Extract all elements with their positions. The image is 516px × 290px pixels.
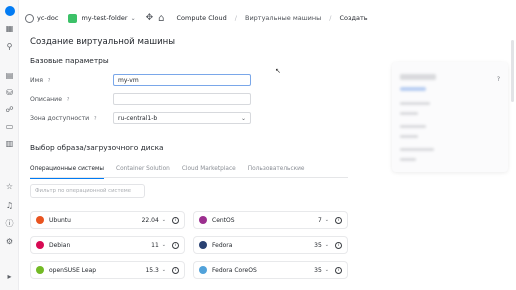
logo-icon[interactable]: [4, 5, 15, 16]
debian-icon: [36, 241, 44, 249]
os-card-opensuse[interactable]: openSUSE Leap 15.3 ⌄ i: [30, 261, 185, 279]
os-name: CentOS: [212, 216, 235, 224]
chevron-down-icon[interactable]: ⌄: [325, 267, 329, 273]
chevron-down-icon[interactable]: ⌄: [325, 242, 329, 248]
os-name: Fedora: [212, 241, 233, 249]
info-icon[interactable]: i: [172, 241, 179, 249]
scrollbar[interactable]: [511, 40, 514, 102]
info-icon[interactable]: i: [335, 216, 342, 224]
os-name: openSUSE Leap: [49, 266, 97, 274]
image-tabs: Операционные системы Container Solution …: [30, 163, 348, 179]
folder-selector[interactable]: my-test-folder: [81, 14, 127, 22]
blurred-line: [400, 148, 434, 151]
zone-select[interactable]: ru-central1-b ⌄: [113, 112, 251, 124]
os-version[interactable]: 22.04: [142, 217, 159, 224]
page-title: Создание виртуальной машины: [30, 37, 176, 47]
org-name[interactable]: yc-doc: [37, 14, 58, 22]
description-label: Описание ?: [30, 96, 71, 103]
folder-badge-icon: [68, 13, 78, 23]
os-version[interactable]: 35: [314, 242, 322, 249]
tab-cloud-marketplace[interactable]: Cloud Marketplace: [182, 163, 236, 178]
fedora-icon: [199, 241, 207, 249]
os-name: Ubuntu: [49, 216, 71, 224]
info-icon[interactable]: i: [172, 216, 179, 224]
blurred-line: [400, 125, 426, 128]
compute-service-icon[interactable]: ✥: [146, 13, 154, 23]
fedora-coreos-icon: [199, 266, 207, 274]
blurred-line: [400, 158, 416, 161]
blurred-line: [400, 112, 418, 115]
summary-help-icon[interactable]: ?: [497, 76, 500, 83]
os-version[interactable]: 15.3: [145, 267, 158, 274]
zone-label-text: Зона доступности: [30, 115, 90, 122]
os-card-ubuntu[interactable]: Ubuntu 22.04 ⌄ i: [30, 211, 185, 229]
network-icon[interactable]: ☍: [4, 104, 15, 115]
breadcrumb-separator: /: [234, 14, 237, 22]
os-name: Debian: [49, 241, 71, 249]
os-card-debian[interactable]: Debian 11 ⌄ i: [30, 236, 185, 254]
chevron-down-icon[interactable]: ⌄: [162, 242, 166, 248]
breadcrumb-separator: /: [329, 14, 332, 22]
database-icon[interactable]: ⛁: [4, 87, 15, 98]
ubuntu-icon: [36, 216, 44, 224]
image-section-title: Выбор образа/загрузочного диска: [30, 143, 164, 152]
blurred-link: [400, 87, 426, 91]
settings-icon[interactable]: ⚙: [4, 236, 15, 247]
left-rail: ▦ ⚲ ▤ ⛁ ☍ ▭ ▥ ☆ ♫ ⓘ ⚙ ▸: [0, 0, 19, 290]
cloud-org-icon: [25, 13, 34, 23]
summary-panel: ?: [392, 62, 508, 172]
star-icon[interactable]: ☆: [4, 181, 15, 192]
zone-label: Зона доступности ?: [30, 115, 98, 122]
question-icon[interactable]: ?: [92, 116, 98, 122]
chevron-down-icon: ⌄: [240, 114, 246, 122]
description-field[interactable]: [113, 93, 251, 105]
search-icon[interactable]: ⚲: [4, 41, 15, 52]
top-bar: yc-doc my-test-folder ⌄ ✥ ⌂ Compute Clou…: [19, 0, 516, 36]
breadcrumb-create: Создать: [339, 14, 368, 22]
name-label-text: Имя: [30, 77, 44, 84]
chevron-down-icon[interactable]: ⌄: [162, 267, 166, 273]
info-icon[interactable]: i: [172, 266, 179, 274]
monitoring-icon[interactable]: ▥: [4, 138, 15, 149]
os-card-fedora-coreos[interactable]: Fedora CoreOS 35 ⌄ i: [193, 261, 348, 279]
name-field[interactable]: my-vm: [113, 74, 251, 86]
opensuse-icon: [36, 266, 44, 274]
description-label-text: Описание: [30, 96, 63, 103]
bell-icon[interactable]: ♫: [4, 200, 15, 211]
os-version[interactable]: 7: [318, 217, 322, 224]
blurred-price: [400, 74, 436, 80]
os-version[interactable]: 35: [314, 267, 322, 274]
chevron-down-icon[interactable]: ⌄: [131, 15, 136, 22]
name-label: Имя ?: [30, 77, 52, 84]
mouse-cursor-icon: ↖: [275, 67, 281, 75]
question-icon[interactable]: ?: [46, 78, 52, 84]
dashboard-icon[interactable]: ▤: [4, 70, 15, 81]
help-icon[interactable]: ⓘ: [4, 218, 15, 229]
blurred-line: [400, 135, 418, 138]
home-icon[interactable]: ⌂: [158, 13, 164, 24]
blurred-line: [400, 102, 430, 105]
breadcrumb-vms[interactable]: Виртуальные машины: [245, 14, 321, 22]
os-name: Fedora CoreOS: [212, 266, 257, 274]
chevron-down-icon[interactable]: ⌄: [162, 217, 166, 223]
basic-params-title: Базовые параметры: [30, 56, 109, 65]
centos-icon: [199, 216, 207, 224]
expand-icon[interactable]: ▸: [4, 271, 15, 282]
info-icon[interactable]: i: [335, 241, 342, 249]
question-icon[interactable]: ?: [65, 97, 71, 103]
chevron-down-icon[interactable]: ⌄: [325, 217, 329, 223]
breadcrumb-compute-cloud[interactable]: Compute Cloud: [177, 14, 227, 22]
tab-operating-systems[interactable]: Операционные системы: [30, 163, 105, 179]
os-filter-input[interactable]: Фильтр по операционной системе: [30, 184, 145, 198]
apps-grid-icon[interactable]: ▦: [4, 23, 15, 34]
storage-icon[interactable]: ▭: [4, 121, 15, 132]
tab-container-solution[interactable]: Container Solution: [116, 163, 170, 178]
info-icon[interactable]: i: [335, 266, 342, 274]
tab-custom[interactable]: Пользовательские: [248, 163, 305, 178]
zone-value: ru-central1-b: [118, 114, 158, 122]
os-version[interactable]: 11: [151, 242, 159, 249]
os-card-fedora[interactable]: Fedora 35 ⌄ i: [193, 236, 348, 254]
os-card-centos[interactable]: CentOS 7 ⌄ i: [193, 211, 348, 229]
